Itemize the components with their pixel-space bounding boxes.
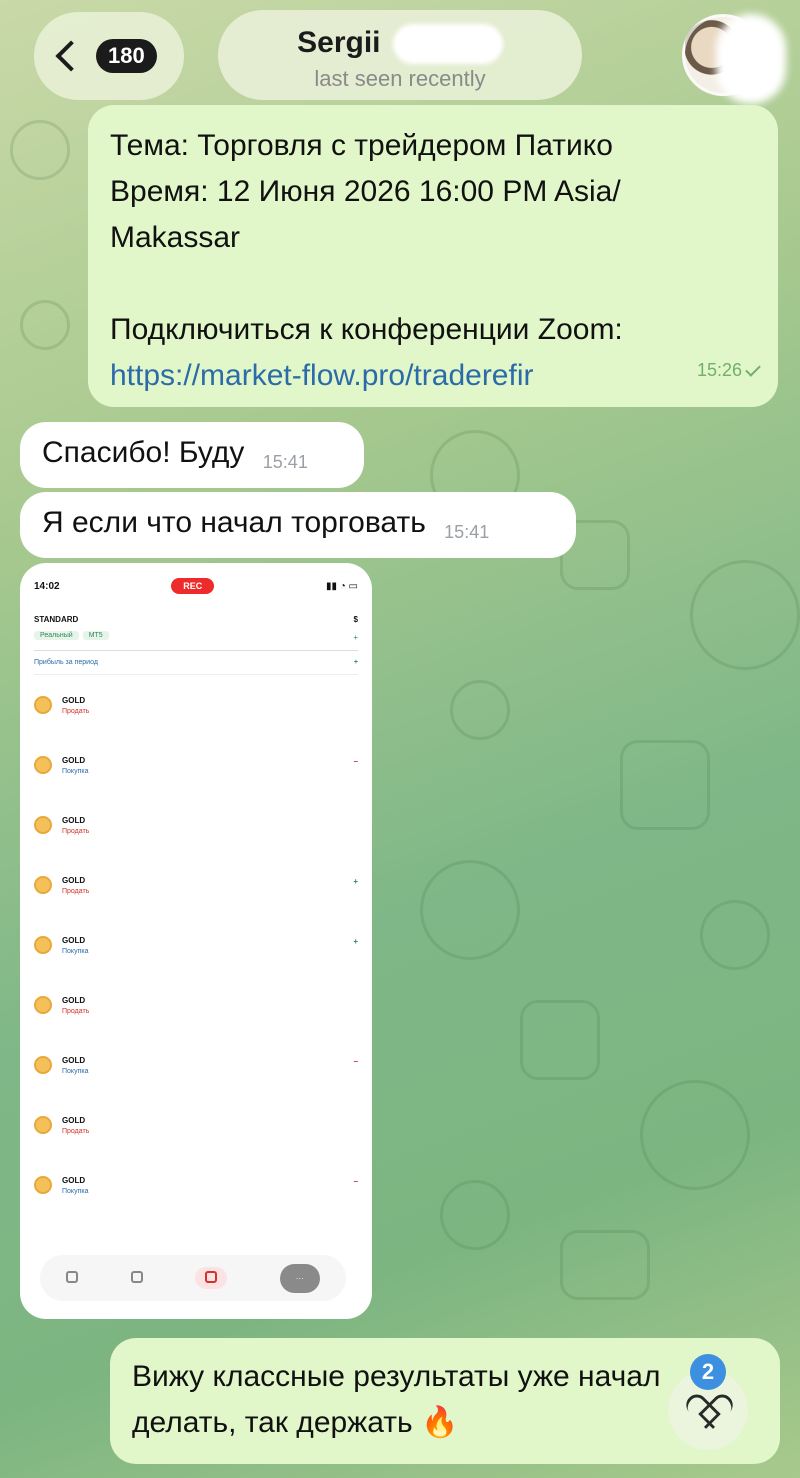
heart-icon: [692, 1395, 724, 1425]
account-summary: STANDARD $ Реальный MT5 +: [34, 609, 358, 651]
fire-emoji: 🔥: [421, 1406, 459, 1439]
image-message[interactable]: 14:02 REC ▮▮ ◔ ▭ STANDARD $ Реальный MT5 …: [20, 563, 372, 1319]
period-label: Прибыль за период: [34, 659, 98, 666]
trade-symbol: GOLD: [62, 935, 86, 945]
redaction-blur: [392, 24, 503, 64]
reaction-count-badge: 2: [690, 1354, 726, 1390]
message-outgoing[interactable]: Тема: Торговля с трейдером Патико Время:…: [88, 105, 778, 407]
status-icons: ▮▮ ◔ ▭: [325, 580, 358, 592]
wallpaper-doodle: [700, 900, 770, 970]
trade-side: Покупка: [62, 1187, 89, 1195]
gold-coin-icon: [34, 1176, 52, 1194]
gold-coin-icon: [34, 816, 52, 834]
phone-tab-bar: ···: [40, 1255, 346, 1301]
gold-coin-icon: [34, 876, 52, 894]
trade-side: Покупка: [62, 947, 89, 955]
gold-coin-icon: [34, 1056, 52, 1074]
trade-side: Продать: [62, 827, 90, 835]
trade-list: GOLD Продать GOLD Покупка − GOLD Продать GOLD Пр…: [34, 675, 358, 1215]
message-text: Подключиться к конференции Zoom:: [110, 313, 623, 346]
trade-result: +: [353, 877, 358, 886]
message-text: Время: 12 Июня 2026 16:00 PM Asia/: [110, 175, 621, 208]
trade-result: −: [353, 757, 358, 766]
message-text: Вижу классные результаты уже начал: [132, 1360, 661, 1393]
trade-symbol: GOLD: [62, 815, 86, 825]
wallpaper-doodle: [640, 1080, 750, 1190]
message-text: Makassar: [110, 221, 241, 254]
contact-name: Sergii: [297, 25, 381, 59]
wallpaper-doodle: [440, 1180, 510, 1250]
tab-more: ···: [279, 1263, 320, 1293]
gold-coin-icon: [34, 996, 52, 1014]
phone-status-bar: 14:02 REC ▮▮ ◔ ▭: [34, 563, 358, 609]
trade-symbol: GOLD: [62, 995, 86, 1005]
trade-row: GOLD Продать: [34, 1095, 358, 1155]
trade-row: GOLD Продать: [34, 795, 358, 855]
back-button[interactable]: 180: [34, 12, 184, 100]
chat-title[interactable]: Sergii last seen recently: [218, 10, 582, 100]
message-incoming[interactable]: Спасибо! Буду 15:41: [20, 422, 364, 488]
period-value: +: [353, 659, 358, 666]
wallpaper-doodle: [450, 680, 510, 740]
wallpaper-doodle: [420, 860, 520, 960]
tab-item: [130, 1271, 143, 1285]
tab-item-active: [195, 1267, 228, 1289]
message-link[interactable]: https://market-flow.pro/traderefir: [110, 353, 758, 399]
trade-side: Продать: [62, 887, 90, 895]
period-summary: Прибыль за период +: [34, 651, 358, 675]
trade-row: GOLD Покупка −: [34, 735, 358, 795]
message-text: Я если что начал торговать: [42, 506, 426, 539]
trade-symbol: GOLD: [62, 695, 86, 705]
trade-row: GOLD Продать: [34, 975, 358, 1035]
gold-coin-icon: [34, 936, 52, 954]
gold-coin-icon: [34, 756, 52, 774]
trade-row: GOLD Покупка −: [34, 1155, 358, 1215]
wallpaper-doodle: [20, 300, 70, 350]
wallpaper-doodle: [560, 1230, 650, 1300]
message-text: Тема: Торговля с трейдером Патико: [110, 129, 613, 162]
message-time: 15:41: [444, 522, 490, 542]
trade-symbol: GOLD: [62, 1055, 86, 1065]
contact-status: last seen recently: [314, 66, 486, 91]
trade-side: Продать: [62, 707, 90, 715]
trade-symbol: GOLD: [62, 1115, 86, 1125]
trade-result: −: [353, 1177, 358, 1186]
trade-side: Продать: [62, 1007, 90, 1015]
gold-coin-icon: [34, 696, 52, 714]
trade-symbol: GOLD: [62, 1175, 86, 1185]
unread-count-badge: 180: [96, 39, 157, 73]
read-check-icon: [745, 361, 761, 377]
redaction-blur: [716, 14, 786, 104]
wallpaper-doodle: [620, 740, 710, 830]
wallpaper-doodle: [520, 1000, 600, 1080]
recording-badge: REC: [171, 578, 215, 594]
message-incoming[interactable]: Я если что начал торговать 15:41: [20, 492, 576, 558]
gold-coin-icon: [34, 1116, 52, 1134]
wallpaper-doodle: [690, 560, 800, 670]
trade-result: −: [353, 1057, 358, 1066]
trade-symbol: GOLD: [62, 875, 86, 885]
message-text: Спасибо! Буду: [42, 436, 245, 469]
trade-row: GOLD Продать +: [34, 855, 358, 915]
wallpaper-doodle: [10, 120, 70, 180]
trade-row: GOLD Продать: [34, 675, 358, 735]
message-time: 15:41: [262, 452, 308, 472]
trade-side: Покупка: [62, 767, 89, 775]
message-time: 15:26: [697, 347, 761, 393]
trade-side: Продать: [62, 1127, 90, 1135]
back-chevron-icon: [55, 40, 87, 72]
trade-symbol: GOLD: [62, 755, 86, 765]
tab-item: [66, 1271, 79, 1285]
trade-result: +: [353, 937, 358, 946]
message-text: делать, так держать: [132, 1406, 413, 1439]
trade-side: Покупка: [62, 1067, 89, 1075]
trade-row: GOLD Покупка −: [34, 1035, 358, 1095]
trade-row: GOLD Покупка +: [34, 915, 358, 975]
